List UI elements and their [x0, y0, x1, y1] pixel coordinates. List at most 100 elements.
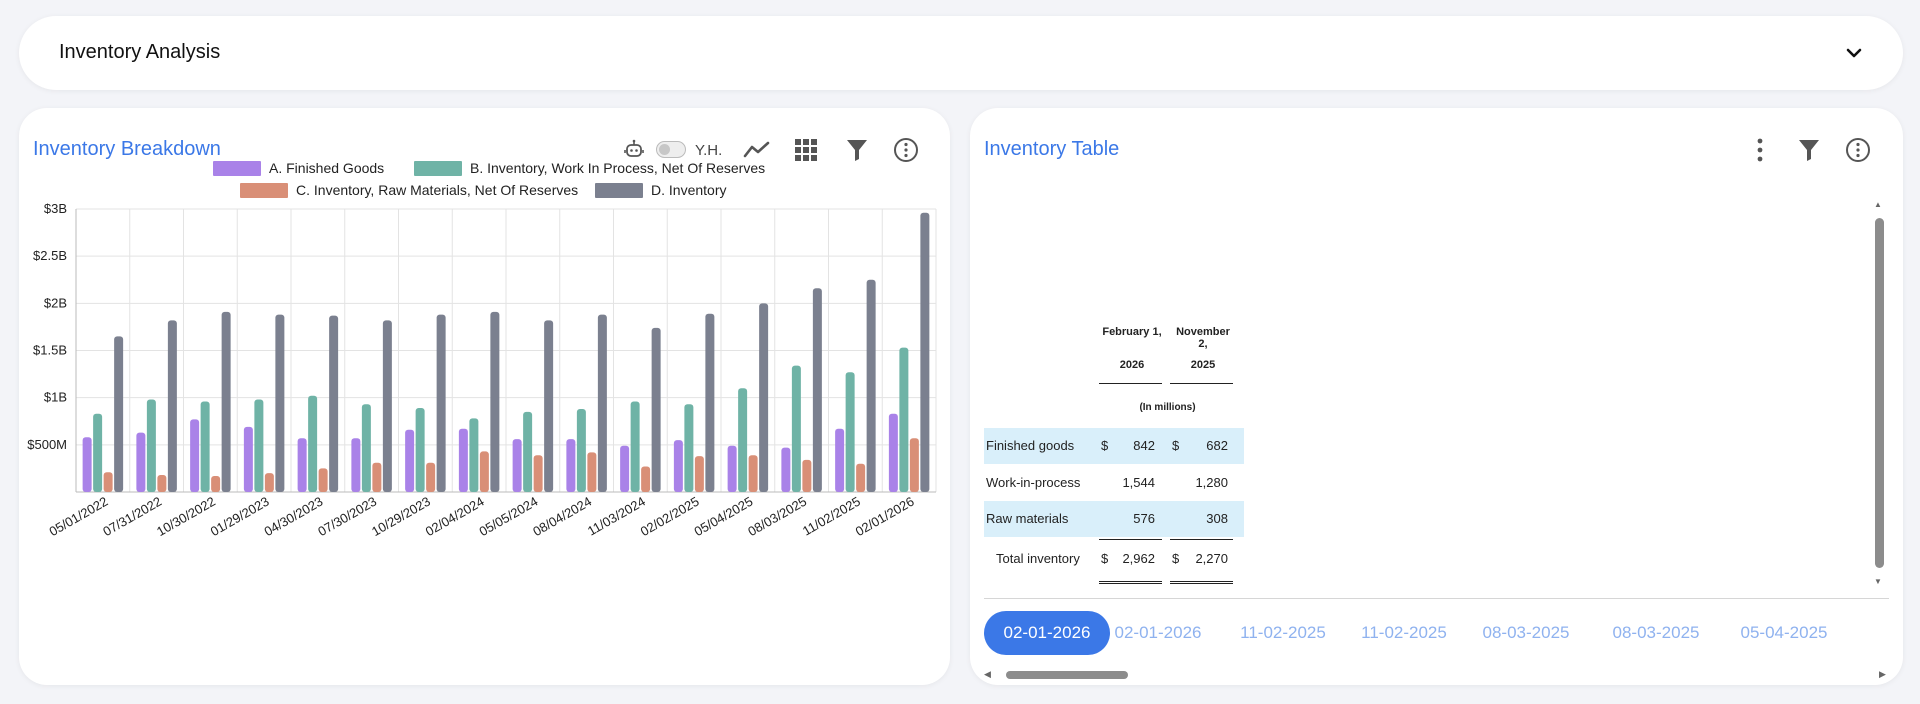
bar-a: [835, 428, 845, 492]
scroll-left-arrow[interactable]: ◀: [984, 669, 991, 680]
bar-c: [479, 451, 489, 492]
x-tick-label: 01/29/2023: [208, 494, 272, 540]
x-tick-label: 10/29/2023: [369, 494, 433, 540]
bar-d: [221, 311, 231, 492]
bar-a: [351, 438, 361, 492]
row-value: 2,270: [1195, 551, 1228, 566]
bar-b: [308, 395, 318, 492]
page-title: Inventory Analysis: [59, 41, 221, 63]
scroll-down-arrow[interactable]: ▼: [1874, 577, 1882, 586]
bar-a: [190, 419, 200, 492]
bar-b: [415, 408, 425, 492]
bar-d: [705, 313, 715, 492]
bar-c: [318, 468, 328, 492]
bar-c: [103, 472, 113, 492]
table-title: Inventory Table: [984, 138, 1120, 160]
chevron-down-icon[interactable]: [1843, 42, 1865, 64]
scroll-thumb[interactable]: [1875, 218, 1884, 568]
date-tab-02-01-2026[interactable]: 02-01-2026: [1102, 611, 1214, 655]
bar-b: [254, 399, 264, 492]
y-tick-label: $2B: [44, 295, 67, 310]
bar-b: [630, 401, 640, 492]
date-tab-08-03-2025[interactable]: 08-03-2025: [1600, 611, 1712, 655]
bar-c: [372, 462, 382, 492]
inventory-analysis-header[interactable]: Inventory Analysis: [19, 16, 1903, 90]
bar-a: [888, 413, 898, 492]
row-value: $: [1172, 438, 1180, 453]
vertical-dots-icon[interactable]: [1746, 136, 1774, 164]
horizontal-scrollbar[interactable]: ◀ ▶: [984, 669, 1889, 681]
subtotal-rule: [1170, 539, 1233, 540]
row-value: 682: [1206, 438, 1228, 453]
col2-header: November 2,: [1176, 326, 1230, 350]
bar-d: [812, 288, 822, 492]
date-tab-02-01-2026[interactable]: 02-01-2026: [984, 611, 1110, 655]
y-tick-label: $3B: [44, 201, 67, 216]
bar-b: [576, 408, 586, 492]
table-row: Work-in-process 1,544 1,280: [984, 465, 1244, 501]
x-tick-label: 10/30/2022: [154, 494, 218, 540]
col2-year: 2025: [1190, 359, 1216, 371]
row-value: 842: [1133, 438, 1155, 453]
more-options-icon[interactable]: [1844, 136, 1872, 164]
bar-a: [727, 445, 737, 492]
legend-label: D. Inventory: [651, 182, 726, 198]
bar-d: [329, 315, 339, 492]
scroll-thumb[interactable]: [1006, 671, 1128, 679]
bar-d: [490, 311, 500, 492]
inventory-table-card: Inventory Table February 1, November 2, …: [970, 108, 1903, 685]
total-double-rule: [1099, 581, 1162, 584]
bar-d: [275, 314, 285, 492]
bar-b: [845, 372, 855, 492]
vertical-scrollbar[interactable]: ▲ ▼: [1872, 198, 1886, 586]
bar-a: [458, 428, 468, 492]
bar-b: [791, 365, 801, 492]
bar-b: [146, 399, 156, 492]
x-tick-label: 11/03/2024: [585, 494, 648, 539]
table-row: Total inventory $2,962 $2,270: [984, 541, 1244, 577]
x-tick-label: 02/02/2025: [638, 494, 702, 540]
date-tab-05-04-2025[interactable]: 05-04-2025: [1728, 611, 1840, 655]
bar-d: [651, 327, 661, 492]
col1-year: 2026: [1119, 359, 1145, 371]
bar-c: [694, 456, 704, 492]
bar-c: [426, 462, 436, 492]
row-value: 1,544: [1122, 475, 1155, 490]
bar-d: [920, 212, 930, 493]
bar-b: [684, 404, 694, 492]
x-tick-label: 07/31/2022: [100, 494, 164, 540]
filter-icon[interactable]: [1795, 136, 1823, 164]
date-tab-11-02-2025[interactable]: 11-02-2025: [1227, 611, 1339, 655]
x-tick-label: 05/05/2024: [477, 494, 541, 540]
legend-label: B. Inventory, Work In Process, Net Of Re…: [470, 160, 765, 176]
scroll-up-arrow[interactable]: ▲: [1874, 200, 1882, 209]
bar-a: [512, 439, 522, 492]
legend-swatch: [240, 183, 288, 198]
legend-label: C. Inventory, Raw Materials, Net Of Rese…: [296, 182, 578, 198]
col1-header: February 1,: [1102, 326, 1162, 338]
bar-a: [405, 429, 415, 492]
row-value: 1,280: [1195, 475, 1228, 490]
bar-b: [93, 413, 103, 492]
bar-b: [738, 388, 748, 492]
y-tick-label: $500M: [27, 437, 67, 452]
x-tick-label: 11/02/2025: [800, 494, 863, 539]
row-value: 576: [1133, 511, 1155, 526]
table-row: Raw materials 576 308: [984, 501, 1244, 537]
date-tab-08-03-2025[interactable]: 08-03-2025: [1470, 611, 1582, 655]
x-tick-label: 02/04/2024: [423, 494, 487, 540]
row-value: $: [1101, 438, 1109, 453]
bar-c: [533, 455, 543, 492]
row-value: 2,962: [1122, 551, 1155, 566]
total-double-rule: [1170, 581, 1233, 584]
x-tick-label: 05/04/2025: [692, 494, 756, 540]
x-tick-label: 02/01/2026: [853, 494, 917, 540]
bar-a: [243, 426, 253, 492]
date-tab-11-02-2025[interactable]: 11-02-2025: [1348, 611, 1460, 655]
bar-b: [523, 411, 533, 492]
bar-a: [620, 445, 630, 492]
scroll-right-arrow[interactable]: ▶: [1879, 669, 1886, 680]
legend-swatch: [414, 161, 462, 176]
x-tick-label: 04/30/2023: [262, 494, 326, 540]
header-rule: [1099, 383, 1162, 384]
